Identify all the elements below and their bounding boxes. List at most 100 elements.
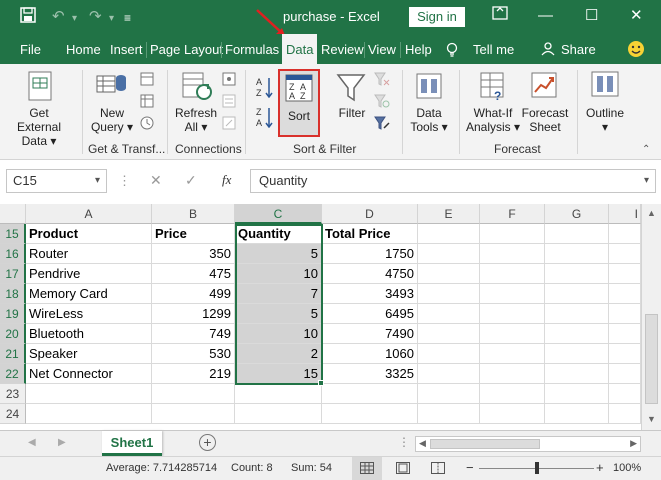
- cell-empty[interactable]: [480, 364, 545, 384]
- sign-in-button[interactable]: Sign in: [409, 7, 465, 27]
- cell-empty[interactable]: [545, 224, 609, 244]
- cell-a20[interactable]: Bluetooth: [26, 324, 152, 344]
- cell-empty[interactable]: [609, 224, 641, 244]
- vertical-scrollbar[interactable]: ▲ ▼: [641, 204, 661, 430]
- scroll-up-icon[interactable]: ▲: [647, 208, 656, 218]
- column-header-a[interactable]: A: [26, 204, 152, 224]
- row-header-15[interactable]: 15: [0, 224, 26, 244]
- save-icon[interactable]: [20, 7, 36, 29]
- cell-d21[interactable]: 1060: [322, 344, 418, 364]
- cell-empty[interactable]: [480, 224, 545, 244]
- cell-empty[interactable]: [418, 404, 480, 424]
- row-header-18[interactable]: 18: [0, 284, 26, 304]
- tab-help[interactable]: Help: [405, 34, 432, 64]
- cell-b19[interactable]: 1299: [152, 304, 235, 324]
- properties-icon[interactable]: [222, 94, 236, 111]
- cell-empty[interactable]: [545, 344, 609, 364]
- customize-toolbar-icon[interactable]: ≡: [124, 8, 131, 28]
- cell-empty[interactable]: [480, 384, 545, 404]
- cell-c20[interactable]: 10: [235, 324, 322, 344]
- get-external-data-button[interactable]: Get External Data ▾: [6, 106, 72, 148]
- horizontal-scrollbar[interactable]: ◀ ▶: [415, 436, 641, 452]
- cell-c22[interactable]: 15: [235, 364, 322, 384]
- cell-c18[interactable]: 7: [235, 284, 322, 304]
- cell-a24[interactable]: [26, 404, 152, 424]
- smiley-feedback-icon[interactable]: [627, 34, 645, 64]
- cell-a16[interactable]: Router: [26, 244, 152, 264]
- cell-a23[interactable]: [26, 384, 152, 404]
- cancel-entry-icon[interactable]: ✕: [150, 172, 162, 189]
- formula-input[interactable]: Quantity ▾: [250, 169, 656, 193]
- clear-filter-icon[interactable]: [374, 72, 390, 89]
- outline-button[interactable]: Outline ▾: [582, 106, 628, 134]
- cell-empty[interactable]: [418, 284, 480, 304]
- normal-view-button[interactable]: [352, 457, 382, 480]
- cell-b21[interactable]: 530: [152, 344, 235, 364]
- cell-d16[interactable]: 1750: [322, 244, 418, 264]
- add-sheet-icon[interactable]: +: [199, 434, 216, 451]
- row-header-16[interactable]: 16: [0, 244, 26, 264]
- sort-descending-icon[interactable]: ZA: [256, 106, 274, 131]
- cell-empty[interactable]: [480, 404, 545, 424]
- cell-d22[interactable]: 3325: [322, 364, 418, 384]
- cell-empty[interactable]: [609, 284, 641, 304]
- cell-empty[interactable]: [480, 344, 545, 364]
- tab-file[interactable]: File: [20, 34, 41, 64]
- recent-sources-icon[interactable]: [140, 116, 154, 133]
- filter-button[interactable]: Filter: [332, 106, 372, 120]
- cell-c17[interactable]: 10: [235, 264, 322, 284]
- column-header-c[interactable]: C: [235, 204, 322, 224]
- row-header-24[interactable]: 24: [0, 404, 26, 424]
- tab-data[interactable]: Data: [282, 34, 318, 64]
- cell-c24[interactable]: [235, 404, 322, 424]
- tab-page-layout[interactable]: Page Layout: [150, 34, 223, 64]
- cell-empty[interactable]: [480, 264, 545, 284]
- cell-empty[interactable]: [609, 404, 641, 424]
- column-header-e[interactable]: E: [418, 204, 480, 224]
- confirm-entry-icon[interactable]: ✓: [185, 172, 197, 189]
- cell-empty[interactable]: [418, 344, 480, 364]
- cell-empty[interactable]: [545, 364, 609, 384]
- cell-empty[interactable]: [609, 324, 641, 344]
- select-all-corner[interactable]: [0, 204, 26, 224]
- scroll-right-icon[interactable]: ▶: [630, 438, 637, 449]
- redo-dropdown-icon[interactable]: ▾: [109, 9, 114, 29]
- cell-empty[interactable]: [418, 224, 480, 244]
- tab-formulas[interactable]: Formulas: [225, 34, 279, 64]
- redo-icon[interactable]: ↷: [89, 7, 102, 27]
- cell-b15[interactable]: Price: [152, 224, 235, 244]
- share-button[interactable]: Share: [561, 34, 596, 64]
- cell-b22[interactable]: 219: [152, 364, 235, 384]
- zoom-slider-thumb[interactable]: [534, 462, 539, 474]
- cell-empty[interactable]: [480, 284, 545, 304]
- minimize-icon[interactable]: —: [538, 4, 553, 28]
- cell-d15[interactable]: Total Price: [322, 224, 418, 244]
- scroll-left-icon[interactable]: ◀: [419, 438, 426, 449]
- column-header-i[interactable]: I: [609, 204, 641, 224]
- tab-home[interactable]: Home: [66, 34, 101, 64]
- cell-empty[interactable]: [545, 304, 609, 324]
- sheet-tab-sheet1[interactable]: Sheet1: [102, 431, 162, 456]
- cell-b23[interactable]: [152, 384, 235, 404]
- from-table-icon[interactable]: [140, 94, 154, 111]
- cell-d20[interactable]: 7490: [322, 324, 418, 344]
- zoom-out-icon[interactable]: −: [466, 460, 474, 475]
- column-header-f[interactable]: F: [480, 204, 545, 224]
- cell-empty[interactable]: [609, 264, 641, 284]
- cell-empty[interactable]: [418, 264, 480, 284]
- cell-empty[interactable]: [418, 384, 480, 404]
- row-header-20[interactable]: 20: [0, 324, 26, 344]
- row-header-22[interactable]: 22: [0, 364, 26, 384]
- page-layout-view-icon[interactable]: [396, 462, 410, 474]
- zoom-in-icon[interactable]: +: [596, 460, 604, 475]
- cell-d19[interactable]: 6495: [322, 304, 418, 324]
- row-header-17[interactable]: 17: [0, 264, 26, 284]
- zoom-level[interactable]: 100%: [613, 462, 641, 474]
- cell-b24[interactable]: [152, 404, 235, 424]
- zoom-slider[interactable]: [479, 462, 594, 474]
- cell-empty[interactable]: [545, 404, 609, 424]
- cell-b20[interactable]: 749: [152, 324, 235, 344]
- expand-formula-bar-icon[interactable]: ▾: [644, 170, 649, 192]
- column-header-d[interactable]: D: [322, 204, 418, 224]
- cell-c16[interactable]: 5: [235, 244, 322, 264]
